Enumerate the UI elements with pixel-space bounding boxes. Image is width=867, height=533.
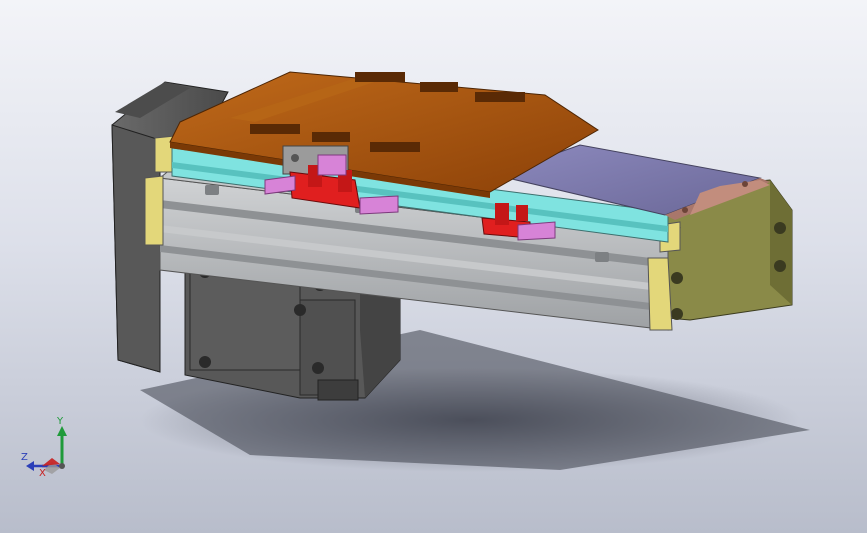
mounting-slot	[595, 252, 609, 262]
carriage-label-slot	[312, 132, 350, 142]
screw-head	[682, 207, 688, 213]
graphics-viewport[interactable]: Y Z X	[0, 0, 867, 533]
bolt-hole	[774, 260, 786, 272]
z-axis-label: Z	[21, 452, 28, 463]
axis-triad-graphic	[26, 426, 67, 474]
bolt-hole	[774, 222, 786, 234]
screw-head	[199, 356, 211, 368]
screw-head	[312, 362, 324, 374]
carriage-label-slot	[250, 124, 300, 134]
screw-head	[742, 181, 748, 187]
view-orientation-triad[interactable]: Y Z X	[18, 412, 78, 482]
sensor-flag-right[interactable]	[517, 221, 556, 241]
linear-module-model[interactable]	[0, 0, 867, 533]
mounting-slot	[205, 185, 219, 195]
carriage-label-slot	[355, 72, 405, 82]
bolt-hole	[671, 308, 683, 320]
carriage-label-slot	[420, 82, 458, 92]
carriage-label-slot	[475, 92, 525, 102]
x-axis-label: X	[39, 468, 46, 479]
screw-head	[291, 154, 299, 162]
y-axis-label: Y	[57, 416, 64, 427]
sensor-flag	[317, 154, 347, 176]
screw-head	[294, 304, 306, 316]
bolt-hole	[671, 272, 683, 284]
carriage-label-slot	[370, 142, 420, 152]
